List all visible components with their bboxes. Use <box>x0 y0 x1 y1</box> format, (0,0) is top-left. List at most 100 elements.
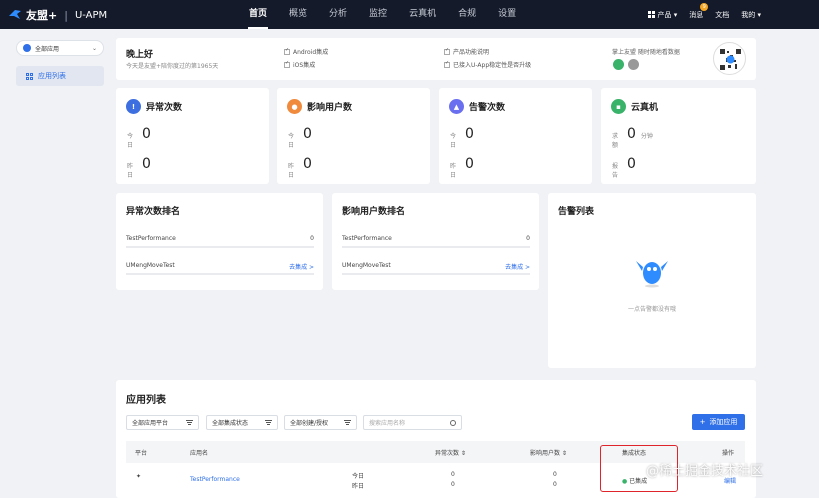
rank-row[interactable]: TestPerformance 0 <box>342 235 530 248</box>
nav-overview[interactable]: 概览 <box>278 0 318 29</box>
column-header-exceptions[interactable]: 异常次数 ⇕ <box>435 448 466 457</box>
nav-cloud-device[interactable]: 云真机 <box>398 0 447 29</box>
android-platform-icon: ✦ <box>136 473 142 480</box>
rank-bar <box>126 246 314 248</box>
search-placeholder: 搜索应用名称 <box>369 420 406 427</box>
app-name-link[interactable]: TestPerformance <box>190 476 240 483</box>
integrate-link[interactable]: 去集成 > <box>289 262 314 271</box>
rank-bar <box>342 246 530 248</box>
column-header-affected-users[interactable]: 影响用户数 ⇕ <box>530 448 567 457</box>
sidebar: 全部应用 ⌄ 应用列表 <box>0 29 112 498</box>
checkbox-icon <box>284 60 290 68</box>
app-selector-label: 全部应用 <box>35 45 60 53</box>
products-menu[interactable]: 产品 ▾ <box>647 10 677 20</box>
exceptions-yesterday: 0 <box>451 481 455 488</box>
messages-link[interactable]: 消息 9 <box>689 2 709 20</box>
app-selector[interactable]: 全部应用 ⌄ <box>16 40 104 56</box>
stat-value: 0 <box>627 156 636 172</box>
user-menu-label: 我的 <box>741 10 756 19</box>
column-header-app-name: 应用名 <box>190 450 209 457</box>
stat-card-affected-users: ● 影响用户数 今日 0 昨日 0 <box>277 88 430 184</box>
check-label: Android集成 <box>293 49 329 56</box>
check-label: 产品功能说明 <box>453 49 490 56</box>
nav-compliance[interactable]: 合规 <box>447 0 487 29</box>
empty-message: 一点告警都没有哦 <box>627 306 676 313</box>
yesterday-label: 昨日 <box>352 483 365 490</box>
nav-settings[interactable]: 设置 <box>487 0 527 29</box>
filter-icon <box>344 420 351 425</box>
rank-value: 0 <box>526 235 530 242</box>
umeng-bird-icon <box>9 10 21 19</box>
docs-link[interactable]: 文档 <box>715 10 729 20</box>
android-icon[interactable] <box>613 59 624 70</box>
stat-unit: 分钟 <box>640 133 653 140</box>
nav-home[interactable]: 首页 <box>238 0 278 29</box>
stat-card-alarms: ▲ 告警次数 今日 0 昨日 0 <box>439 88 592 184</box>
device-icon: ▪ <box>611 99 626 114</box>
add-app-button[interactable]: + 添加应用 <box>692 414 745 430</box>
stat-value: 0 <box>303 126 312 142</box>
brand-separator: | <box>64 8 68 22</box>
stat-card-exceptions: ! 异常次数 今日 0 昨日 0 <box>116 88 269 184</box>
product-name: U-APM <box>74 9 108 21</box>
check-ios[interactable]: iOS集成 <box>284 60 315 69</box>
watermark: @稀土掘金技术社区 <box>646 464 764 479</box>
check-stability-upgrade[interactable]: 已接入U-App稳定性是否升级 <box>444 60 531 69</box>
rank-value: 0 <box>310 235 314 242</box>
check-feature-guide[interactable]: 产品功能说明 <box>444 47 489 56</box>
bell-icon: ▲ <box>449 99 464 114</box>
exceptions-today: 0 <box>451 471 455 478</box>
stat-title: 影响用户数 <box>307 103 353 113</box>
stat-title: 云真机 <box>631 103 659 113</box>
add-app-label: 添加应用 <box>709 418 738 426</box>
app-search-input[interactable]: 搜索应用名称 <box>363 415 462 430</box>
filter-integration-status[interactable]: 全部集成状态 <box>206 415 278 430</box>
stat-label: 昨日 <box>450 163 457 179</box>
grid-icon <box>26 72 33 80</box>
rank-row[interactable]: UMengMoveTest 去集成 > <box>342 262 530 275</box>
greeting: 晚上好 <box>126 50 154 60</box>
stat-value: 0 <box>142 156 151 172</box>
filter-label: 全部创建/授权 <box>290 420 329 427</box>
users-yesterday: 0 <box>553 481 557 488</box>
integrate-link[interactable]: 去集成 > <box>505 262 530 271</box>
filter-label: 全部集成状态 <box>212 420 249 427</box>
filter-created-authorized[interactable]: 全部创建/授权 <box>284 415 357 430</box>
topbar-right: 产品 ▾ 消息 9 文档 我的 ▾ <box>647 0 761 29</box>
rank-app-name: TestPerformance <box>126 235 176 242</box>
greeting-subtitle: 今天是友盟+陪你度过的第1965天 <box>126 63 219 70</box>
stat-label: 今日 <box>127 133 134 149</box>
check-label: iOS集成 <box>293 62 316 69</box>
apple-icon[interactable] <box>628 59 639 70</box>
rank-row[interactable]: TestPerformance 0 <box>126 235 314 248</box>
stat-title: 告警次数 <box>469 103 506 113</box>
message-badge: 9 <box>700 2 709 11</box>
user-menu[interactable]: 我的 ▾ <box>741 10 761 20</box>
rank-app-name: UMengMoveTest <box>126 262 175 269</box>
rank-app-name: UMengMoveTest <box>342 262 391 269</box>
warning-icon: ! <box>126 99 141 114</box>
checkbox-icon <box>284 47 290 55</box>
exception-rank-card: 异常次数排名 TestPerformance 0 UMengMoveTest 去集成… <box>116 193 323 290</box>
rank-row[interactable]: UMengMoveTest 去集成 > <box>126 262 314 275</box>
rank-bar <box>342 273 530 275</box>
brand-logo[interactable]: 友盟+ | U-APM <box>8 7 107 23</box>
check-label: 已接入U-App稳定性是否升级 <box>453 62 532 69</box>
messages-label: 消息 <box>689 10 704 19</box>
mobile-app-promo: 掌上友盟 随时随地看数据 <box>612 49 680 56</box>
sidebar-item-app-list[interactable]: 应用列表 <box>16 66 104 86</box>
sidebar-item-label: 应用列表 <box>38 72 66 80</box>
welcome-card: 晚上好 今天是友盟+陪你度过的第1965天 Android集成 iOS集成 产品… <box>116 38 756 80</box>
today-label: 今日 <box>352 473 365 480</box>
nav-monitor[interactable]: 监控 <box>358 0 398 29</box>
checkbox-icon <box>444 60 450 68</box>
column-header-platform: 平台 <box>135 450 148 457</box>
stat-label: 求额 <box>612 133 619 149</box>
filter-platform[interactable]: 全部应用平台 <box>126 415 199 430</box>
brand-name: 友盟+ <box>26 9 58 22</box>
nav-analysis[interactable]: 分析 <box>318 0 358 29</box>
stat-label: 昨日 <box>288 163 295 179</box>
check-android[interactable]: Android集成 <box>284 47 328 56</box>
stat-card-cloud-device: ▪ 云真机 求额 0 分钟 报告 0 <box>601 88 756 184</box>
rank-bar <box>126 273 314 275</box>
